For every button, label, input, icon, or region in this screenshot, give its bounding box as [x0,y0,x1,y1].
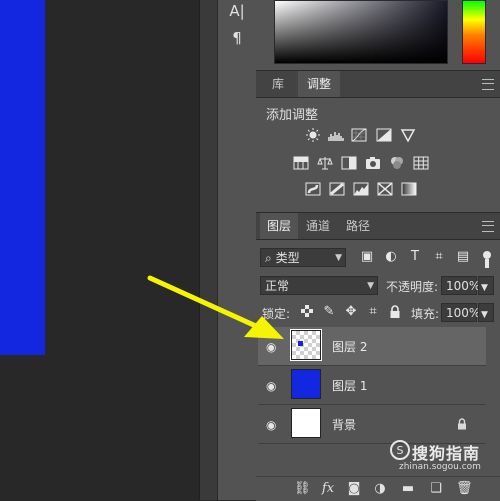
sogou-watermark: S 搜狗指南 zhinan.sogou.com [390,440,500,480]
shape-filter-icon[interactable]: ⌗ [432,250,446,264]
blue-dot-shape [298,341,303,346]
hue-slider[interactable] [462,0,486,64]
opacity-label: 不透明度: [386,280,439,294]
vibrance-icon[interactable] [400,128,416,142]
character-panel-icon[interactable]: A| [226,0,248,22]
tab-layers[interactable]: 图层 [260,213,298,239]
photo-filter-icon[interactable] [365,156,381,170]
hue-saturation-icon[interactable] [293,156,309,170]
link-layers-icon[interactable]: ⛓ [294,481,311,497]
color-picker-field[interactable] [274,0,448,64]
adjustments-tabbar: 库 调整 [256,70,500,98]
levels-icon[interactable] [328,128,344,142]
invert-icon[interactable] [305,182,321,196]
layer-row-background[interactable]: ◉ 背景 [258,405,486,444]
watermark-title: 搜狗指南 [412,444,481,463]
blend-mode-value: 正常 [265,279,290,293]
fill-dropdown-button[interactable]: ▼ [478,303,494,322]
visibility-eye-icon[interactable]: ◉ [266,379,276,393]
paragraph-panel-icon[interactable]: ¶ [226,27,248,49]
layer-row-layer1[interactable]: ◉ 图层 1 [258,366,486,405]
svg-text:S: S [397,444,404,457]
panel-dock-strip: A| ¶ [217,0,257,500]
black-white-icon[interactable] [341,156,357,170]
fill-input[interactable]: 100% [441,303,480,322]
lock-image-pixels-icon[interactable]: ✎ [322,305,336,319]
blend-mode-select[interactable]: 正常 ▼ [260,276,378,295]
new-group-folder-icon[interactable]: ▬ [400,481,416,497]
tab-libraries[interactable]: 库 [260,71,296,97]
adjustments-menu-icon[interactable] [482,79,494,90]
layers-tabbar: 图层 通道 路径 [256,212,500,240]
add-mask-icon[interactable]: ◙ [346,481,362,497]
layer-name: 图层 1 [332,379,368,393]
lock-label: 锁定: [262,307,291,321]
layers-menu-icon[interactable] [482,221,494,232]
tab-adjustments[interactable]: 调整 [298,71,340,97]
adjustment-filter-icon[interactable]: ◐ [384,250,398,264]
watermark-url: zhinan.sogou.com [399,462,481,472]
channel-mixer-icon[interactable] [389,156,405,170]
delete-layer-trash-icon[interactable]: 🗑 [456,481,473,497]
chevron-down-icon: ▼ [367,281,374,291]
filter-kind-value: 类型 [275,251,300,265]
tab-channels[interactable]: 通道 [300,213,336,239]
color-lookup-icon[interactable] [413,156,429,170]
add-adjustment-title: 添加调整 [266,108,319,123]
selective-color-icon[interactable] [377,182,393,196]
opacity-dropdown-button[interactable]: ▼ [478,276,494,295]
layer-name: 背景 [332,418,357,432]
visibility-eye-icon[interactable]: ◉ [266,340,276,354]
chevron-down-icon: ▼ [481,310,488,320]
layer-thumbnail [291,408,321,438]
lock-transparent-pixels-icon[interactable] [300,305,314,319]
exposure-icon[interactable] [376,128,392,142]
lock-artboard-icon[interactable]: ⌗ [366,305,380,319]
layer-style-fx-icon[interactable]: fx [320,481,336,497]
tab-paths[interactable]: 路径 [340,213,376,239]
opacity-input[interactable]: 100% [441,276,480,295]
brightness-contrast-icon[interactable] [305,128,321,142]
smart-object-filter-icon[interactable]: ▤ [456,250,470,264]
search-icon: ⌕ [265,251,272,265]
fill-label: 填充: [411,307,440,321]
lock-icon [458,418,466,430]
lock-position-icon[interactable]: ✥ [344,305,358,319]
curves-icon[interactable] [351,128,367,142]
new-layer-icon[interactable]: ❏ [428,481,444,497]
layer-thumbnail [291,369,321,399]
posterize-icon[interactable] [329,182,345,196]
filter-toggle-icon[interactable] [482,250,492,268]
threshold-icon[interactable] [353,182,369,196]
layer-row-layer2[interactable]: ◉ 图层 2 [258,327,486,366]
new-adjustment-layer-icon[interactable]: ◑ [372,481,388,497]
gradient-map-icon[interactable] [401,182,417,196]
sogou-logo-icon: S [390,440,410,460]
visibility-eye-icon[interactable]: ◉ [266,418,276,432]
chevron-down-icon: ▼ [481,283,488,293]
pixel-filter-icon[interactable]: ▣ [360,250,374,264]
chevron-down-icon: ▼ [335,253,342,263]
type-filter-icon[interactable]: T [408,250,422,264]
blue-layer-content [0,0,45,355]
layer-name: 图层 2 [332,340,368,354]
layer-thumbnail [290,329,322,361]
color-balance-icon[interactable] [317,156,333,170]
canvas-scrollbar[interactable] [199,0,217,500]
lock-all-icon[interactable] [388,305,402,319]
layer-filter-kind-select[interactable]: ⌕ 类型 ▼ [260,248,346,267]
